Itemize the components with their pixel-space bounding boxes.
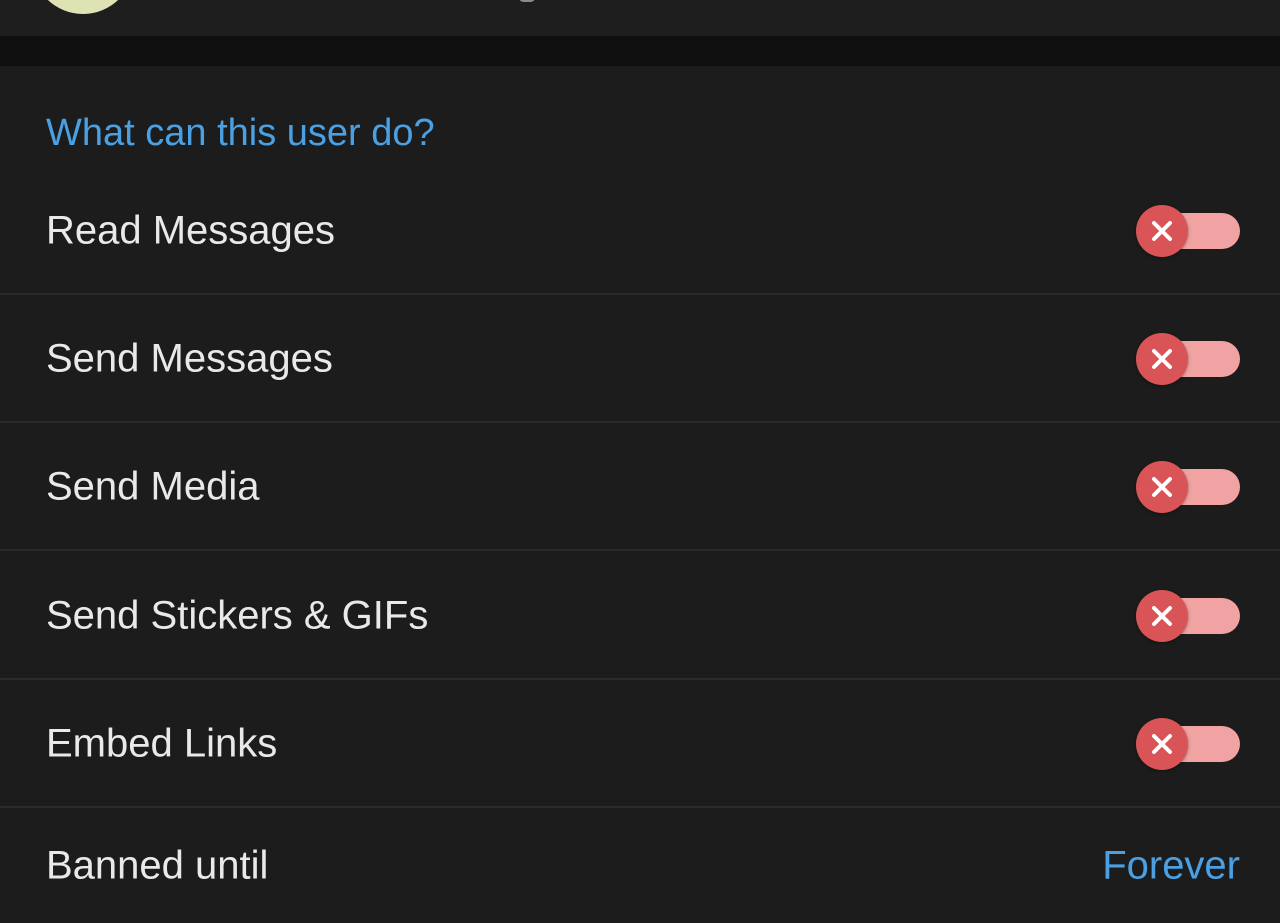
permission-row-send-stickers-gifs[interactable]: Send Stickers & GIFs: [0, 552, 1280, 680]
close-icon: [1152, 734, 1172, 754]
close-icon: [1152, 606, 1172, 626]
close-icon: [1152, 477, 1172, 497]
restrictions-screen: What can this user do? Read Messages Sen…: [0, 0, 1280, 923]
permission-row-read-messages[interactable]: Read Messages: [0, 167, 1280, 295]
banned-until-row[interactable]: Banned until Forever: [0, 809, 1280, 923]
profile-header: [0, 0, 1280, 36]
permission-label: Send Stickers & GIFs: [46, 593, 429, 638]
permission-label: Send Messages: [46, 336, 333, 381]
send-stickers-gifs-toggle[interactable]: [1136, 588, 1240, 644]
section-header: What can this user do?: [46, 112, 435, 154]
profile-name-fragment: [518, 0, 536, 2]
read-messages-toggle[interactable]: [1136, 203, 1240, 259]
toggle-knob: [1136, 333, 1188, 385]
close-icon: [1152, 221, 1172, 241]
banned-until-value[interactable]: Forever: [1102, 844, 1240, 889]
row-divider: [0, 549, 1280, 551]
close-icon: [1152, 349, 1172, 369]
permission-row-send-media[interactable]: Send Media: [0, 423, 1280, 551]
toggle-knob: [1136, 205, 1188, 257]
toggle-knob: [1136, 590, 1188, 642]
banned-until-label: Banned until: [46, 843, 269, 888]
permission-label: Read Messages: [46, 208, 336, 253]
permission-row-send-messages[interactable]: Send Messages: [0, 295, 1280, 423]
permission-row-embed-links[interactable]: Embed Links: [0, 680, 1280, 808]
send-messages-toggle[interactable]: [1136, 331, 1240, 387]
permission-label: Send Media: [46, 464, 260, 509]
send-media-toggle[interactable]: [1136, 459, 1240, 515]
toggle-knob: [1136, 461, 1188, 513]
row-divider: [0, 806, 1280, 808]
avatar[interactable]: [32, 0, 134, 14]
permission-label: Embed Links: [46, 721, 278, 766]
section-divider: [0, 36, 1280, 66]
toggle-knob: [1136, 718, 1188, 770]
embed-links-toggle[interactable]: [1136, 716, 1240, 772]
